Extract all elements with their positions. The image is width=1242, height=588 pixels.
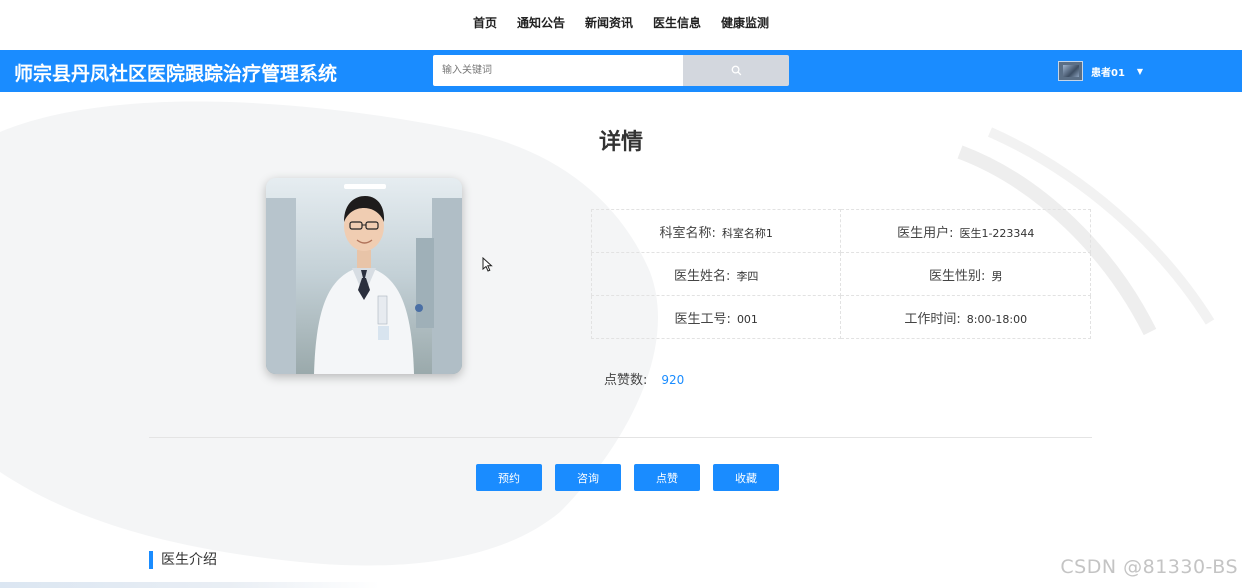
mouse-cursor-icon: [482, 257, 493, 272]
site-title: 师宗县丹凤社区医院跟踪治疗管理系统: [14, 63, 338, 85]
doctor-info-table: 科室名称: 科室名称1 医生用户: 医生1-223344 医生姓名: 李四 医生性别:…: [590, 209, 1091, 339]
info-label: 医生工号:: [674, 311, 731, 327]
info-cell: 医生用户: 医生1-223344: [840, 209, 1091, 253]
info-cell: 医生姓名: 李四: [590, 252, 842, 296]
likes-label: 点赞数:: [604, 373, 648, 388]
info-label: 医生性别:: [929, 268, 986, 284]
info-cell: 工作时间: 8:00-18:00: [840, 295, 1091, 339]
doctor-photo: [266, 178, 462, 374]
info-cell: 医生性别: 男: [840, 252, 1091, 296]
table-row: 医生工号: 001 工作时间: 8:00-18:00: [590, 295, 1091, 339]
info-cell: 科室名称: 科室名称1: [590, 209, 842, 253]
info-cell: 医生工号: 001: [590, 295, 842, 339]
doctor-photo-image: [266, 178, 462, 374]
info-value: 医生1-223344: [959, 226, 1035, 240]
consult-button[interactable]: 咨询: [555, 464, 621, 491]
background-decoration: [0, 101, 1215, 566]
likes-count: 点赞数: 920: [604, 369, 684, 388]
user-menu[interactable]: 患者01 ▼: [1058, 56, 1143, 86]
search-icon: [731, 65, 741, 76]
user-avatar: [1058, 61, 1083, 81]
nav-news[interactable]: 新闻资讯: [585, 14, 633, 31]
nav-doctors[interactable]: 医生信息: [653, 14, 701, 31]
info-value: 001: [736, 312, 758, 326]
divider: [149, 437, 1092, 438]
user-name: 患者01: [1091, 67, 1125, 79]
search-input[interactable]: [433, 55, 683, 86]
info-label: 科室名称:: [659, 225, 716, 241]
info-value: 科室名称1: [721, 226, 773, 240]
header-bar: 师宗县丹凤社区医院跟踪治疗管理系统 患者01 ▼: [0, 50, 1242, 92]
watermark: CSDN @81330-BS: [1060, 556, 1238, 578]
table-row: 科室名称: 科室名称1 医生用户: 医生1-223344: [590, 209, 1091, 253]
info-value: 男: [991, 269, 1003, 283]
info-label: 医生姓名:: [674, 268, 731, 284]
info-label: 医生用户:: [897, 225, 954, 241]
table-row: 医生姓名: 李四 医生性别: 男: [590, 252, 1091, 296]
nav-notices[interactable]: 通知公告: [517, 14, 565, 31]
top-navigation: 首页 通知公告 新闻资讯 医生信息 健康监测: [0, 0, 1242, 44]
info-label: 工作时间:: [904, 311, 961, 327]
info-value: 8:00-18:00: [966, 312, 1028, 326]
likes-value: 920: [661, 373, 685, 387]
like-button[interactable]: 点赞: [634, 464, 700, 491]
info-value: 李四: [736, 269, 759, 283]
section-title-doctor-intro: 医生介绍: [149, 551, 217, 569]
action-buttons: 预约 咨询 点赞 收藏: [476, 464, 779, 491]
chevron-down-icon: ▼: [1136, 66, 1144, 76]
nav-home[interactable]: 首页: [473, 14, 497, 31]
search-button[interactable]: [683, 55, 789, 86]
favorite-button[interactable]: 收藏: [713, 464, 779, 491]
book-appointment-button[interactable]: 预约: [476, 464, 542, 491]
nav-health-monitor[interactable]: 健康监测: [721, 14, 769, 31]
partial-text-line: [0, 582, 380, 588]
page-title: 详情: [598, 130, 643, 155]
